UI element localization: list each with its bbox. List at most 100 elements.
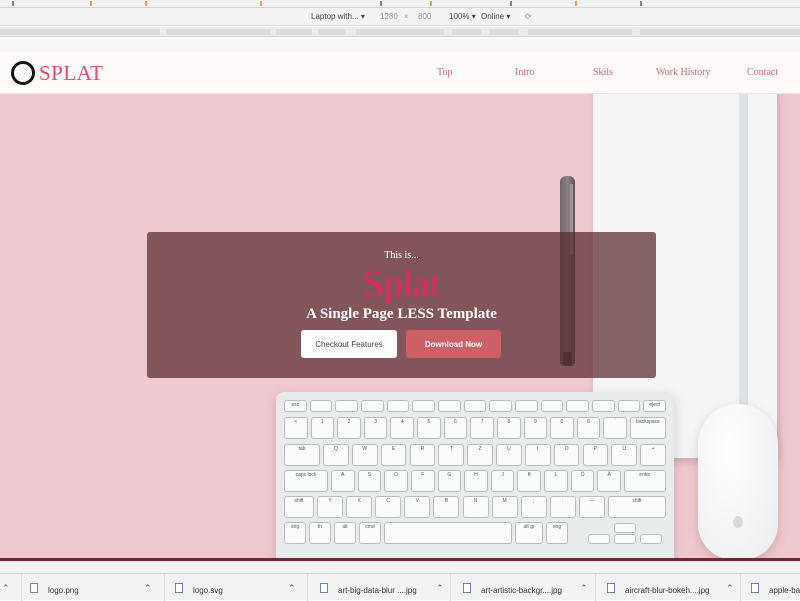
download-now-button[interactable]: Download Now (406, 330, 501, 358)
keyboard-key: X (346, 496, 373, 518)
keyboard-key (386, 400, 410, 412)
zoom-select[interactable]: 100% ▾ (449, 12, 476, 21)
chrome-tick (640, 1, 642, 6)
keyboard-key: 7 (470, 417, 494, 439)
keyboard-key (617, 400, 641, 412)
ruler-segment[interactable] (528, 29, 632, 35)
file-icon (607, 583, 615, 593)
keyboard-key: V (404, 496, 431, 518)
chevron-up-icon[interactable]: ⌃ (288, 583, 296, 594)
keyboard-key (540, 400, 564, 412)
download-item[interactable]: art-big-data-blur ....jpg ⌃ (308, 574, 451, 601)
download-item[interactable]: aircraft-blur-bokeh....jpg ⌃ (596, 574, 741, 601)
keyboard-key (515, 400, 538, 412)
checkout-features-button[interactable]: Checkout Features (301, 330, 397, 358)
keyboard-key: caps lock (284, 470, 328, 492)
ruler-segment[interactable] (640, 29, 800, 35)
keyboard-key: 8 (496, 417, 521, 439)
nav-link-skils[interactable]: Skils (593, 67, 613, 78)
ruler-segment[interactable] (0, 29, 160, 35)
chrome-tick (260, 1, 262, 6)
keyboard-key: L (544, 470, 568, 492)
mouse-image (698, 404, 778, 560)
keyboard-key: 1 (310, 417, 335, 439)
device-toolbar: Laptop with... ▾ 1280 × 800 100% ▾ Onlin… (0, 8, 800, 26)
download-item[interactable]: logo.png ⌃ (22, 574, 165, 601)
network-select[interactable]: Online ▾ (481, 12, 510, 21)
keyboard-key: O (553, 444, 580, 466)
keyboard-key: ; (520, 496, 547, 518)
arrow-key (614, 534, 636, 544)
site-header: SPLAT Top Intro Skils Work History Conta… (0, 52, 800, 94)
keyboard-key: 6 (443, 417, 468, 439)
keyboard-key (592, 400, 615, 412)
hero-card: This is... Splat A Single Page LESS Temp… (147, 232, 656, 378)
network-value: Online (481, 12, 505, 21)
chrome-tick (380, 1, 382, 6)
chevron-up-icon[interactable]: ⌃ (580, 583, 588, 594)
keyboard-key: shift (284, 496, 314, 518)
keyboard-key (335, 400, 358, 412)
chrome-tick (510, 1, 512, 6)
hero-subtitle: A Single Page LESS Template (306, 306, 497, 322)
download-item[interactable]: logo.svg ⌃ (165, 574, 308, 601)
chrome-tick (90, 1, 92, 6)
ruler-segment[interactable] (452, 29, 482, 35)
chrome-tick (430, 1, 432, 6)
download-item[interactable]: apple-ba (741, 574, 800, 601)
chevron-up-icon[interactable]: ⌃ (144, 583, 152, 594)
ruler-segment[interactable] (318, 29, 346, 35)
nav-link-work-history[interactable]: Work History (656, 67, 710, 78)
keyboard-key: R (409, 444, 436, 466)
ruler-segment[interactable] (166, 29, 270, 35)
keyboard-key (438, 400, 461, 412)
keyboard-key (566, 400, 589, 412)
chrome-tick (12, 1, 14, 6)
keyboard-key: 0 (550, 417, 574, 439)
keyboard-key: esc (284, 400, 307, 412)
hero-title: Splat (362, 263, 441, 305)
chevron-up-icon[interactable]: ⌃ (726, 583, 734, 594)
keyboard-key: M (491, 496, 518, 518)
keyboard-key: G (437, 470, 462, 492)
viewport-gap (0, 38, 800, 52)
nav-link-intro[interactable]: Intro (515, 67, 534, 78)
download-bar-start: ⌃ (0, 574, 22, 601)
keyboard-key: eject (643, 400, 666, 412)
download-bar: ⌃ logo.png ⌃ logo.svg ⌃ art-big-data-blu… (0, 573, 800, 601)
height-input[interactable]: 800 (418, 12, 431, 21)
file-icon (320, 583, 328, 593)
chevron-up-icon[interactable]: ⌃ (436, 583, 444, 594)
keyboard-key: < (284, 417, 308, 439)
rotate-icon[interactable]: ⟳ (525, 12, 532, 21)
keyboard-key: S (357, 470, 382, 492)
chevron-up-icon[interactable]: ⌃ (2, 583, 10, 594)
keyboard-key (489, 400, 512, 412)
download-filename: logo.png (48, 586, 79, 595)
keyboard-key: B (433, 496, 460, 518)
file-icon (463, 583, 471, 593)
keyboard-key: Ö (570, 470, 595, 492)
nav-link-contact[interactable]: Contact (747, 67, 778, 78)
keyboard-key: Ü (611, 444, 638, 466)
keyboard-key: 2 (337, 417, 361, 439)
ruler-segment[interactable] (276, 29, 312, 35)
device-select[interactable]: Laptop with... ▾ (311, 12, 365, 21)
file-icon (30, 583, 38, 593)
keyboard-key: W (351, 444, 378, 466)
nav-link-top[interactable]: Top (437, 67, 452, 78)
keyboard-key: T (438, 444, 465, 466)
ruler-segment[interactable] (490, 29, 518, 35)
zoom-value: 100% (449, 12, 470, 21)
logo-circle-icon[interactable] (11, 61, 35, 85)
arrow-key (614, 523, 636, 533)
apple-logo-icon (733, 516, 743, 528)
download-item[interactable]: art-artistic-backgr....jpg ⌃ (451, 574, 596, 601)
chrome-tick (575, 1, 577, 6)
width-input[interactable]: 1280 (380, 12, 398, 21)
hero-intro: This is... (384, 250, 419, 261)
ruler-segment[interactable] (356, 29, 444, 35)
download-filename: apple-ba (769, 586, 800, 595)
file-icon (175, 583, 183, 593)
site-logo-text[interactable]: SPLAT (39, 61, 103, 86)
